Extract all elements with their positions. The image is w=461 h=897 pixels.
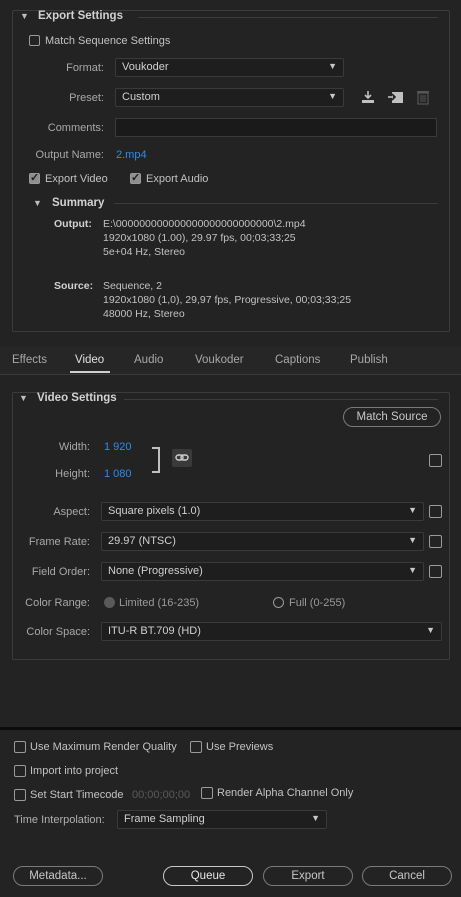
- link-bracket: [152, 447, 160, 473]
- aspect-value: Square pixels (1.0): [108, 505, 201, 517]
- color-range-label: Color Range:: [25, 597, 90, 609]
- tab-voukoder[interactable]: Voukoder: [195, 354, 244, 366]
- chevron-down-icon: ▼: [311, 813, 320, 823]
- time-interpolation-dropdown[interactable]: Frame Sampling ▼: [117, 810, 327, 829]
- height-value[interactable]: 1 080: [104, 468, 132, 480]
- summary-output-label: Output:: [54, 218, 92, 230]
- max-render-quality-checkbox[interactable]: [14, 741, 26, 753]
- video-settings-collapse-icon[interactable]: ▼: [19, 393, 28, 403]
- video-settings-divider: [124, 399, 438, 400]
- height-label: Height:: [55, 468, 90, 480]
- preset-value: Custom: [122, 91, 160, 103]
- format-label: Format:: [66, 62, 104, 74]
- field-order-label: Field Order:: [31, 566, 90, 578]
- summary-collapse-icon[interactable]: ▼: [33, 198, 42, 208]
- chevron-down-icon: ▼: [426, 625, 435, 635]
- summary-output-line: 1920x1080 (1.00), 29.97 fps, 00;03;33;25: [103, 232, 296, 244]
- tab-publish[interactable]: Publish: [350, 354, 388, 366]
- summary-source-label: Source:: [54, 280, 94, 292]
- width-label: Width:: [58, 441, 90, 453]
- trash-icon[interactable]: [416, 89, 430, 108]
- set-start-timecode-label: Set Start Timecode: [30, 789, 124, 801]
- metadata-button[interactable]: Metadata...: [13, 866, 103, 886]
- size-override-checkbox[interactable]: [429, 454, 442, 467]
- field-order-value: None (Progressive): [108, 565, 203, 577]
- summary-divider: [114, 203, 438, 204]
- color-range-full-label: Full (0-255): [289, 597, 346, 609]
- summary-source-line: Sequence, 2: [103, 280, 162, 292]
- output-name-label: Output Name:: [35, 149, 104, 161]
- max-render-quality-label: Use Maximum Render Quality: [30, 741, 177, 753]
- color-space-label: Color Space:: [26, 626, 90, 638]
- summary-output-line: E:\000000000000000000000000000\2.mp4: [103, 218, 306, 230]
- set-start-timecode-checkbox[interactable]: [14, 789, 26, 801]
- use-previews-label: Use Previews: [206, 741, 274, 753]
- aspect-override-checkbox[interactable]: [429, 505, 442, 518]
- frame-rate-override-checkbox[interactable]: [429, 535, 442, 548]
- import-project-label: Import into project: [30, 765, 119, 777]
- frame-rate-dropdown[interactable]: 29.97 (NTSC) ▼: [101, 532, 424, 551]
- color-space-dropdown[interactable]: ITU-R BT.709 (HD) ▼: [101, 622, 442, 641]
- tab-video-underline: [70, 371, 110, 373]
- width-value[interactable]: 1 920: [104, 441, 132, 453]
- export-audio-label: Export Audio: [146, 173, 209, 185]
- format-value: Voukoder: [122, 61, 169, 73]
- aspect-dropdown[interactable]: Square pixels (1.0) ▼: [101, 502, 424, 521]
- color-space-value: ITU-R BT.709 (HD): [108, 625, 201, 637]
- comments-input[interactable]: [115, 118, 437, 137]
- summary-title: Summary: [52, 197, 105, 209]
- tab-audio[interactable]: Audio: [134, 354, 163, 366]
- chevron-down-icon: ▼: [408, 505, 417, 515]
- preset-label: Preset:: [69, 92, 104, 104]
- video-settings-panel: [12, 392, 450, 660]
- time-interpolation-value: Frame Sampling: [124, 813, 205, 825]
- export-settings-title: Export Settings: [38, 10, 123, 22]
- color-range-limited-label: Limited (16-235): [119, 597, 200, 609]
- link-icon[interactable]: [172, 449, 192, 467]
- export-settings-divider: [138, 17, 438, 18]
- video-settings-title: Video Settings: [37, 392, 117, 404]
- export-button[interactable]: Export: [263, 866, 353, 886]
- preset-dropdown[interactable]: Custom ▼: [115, 88, 344, 107]
- export-video-label: Export Video: [45, 173, 108, 185]
- chevron-down-icon: ▼: [408, 535, 417, 545]
- time-interpolation-label: Time Interpolation:: [14, 814, 105, 826]
- render-alpha-label: Render Alpha Channel Only: [217, 787, 354, 799]
- summary-source-line: 1920x1080 (1,0), 29,97 fps, Progressive,…: [103, 294, 352, 306]
- chevron-down-icon: ▼: [328, 61, 337, 71]
- summary-source-line: 48000 Hz, Stereo: [103, 308, 185, 320]
- aspect-label: Aspect:: [53, 506, 90, 518]
- use-previews-checkbox[interactable]: [190, 741, 202, 753]
- download-icon[interactable]: [360, 89, 376, 108]
- cancel-button[interactable]: Cancel: [362, 866, 452, 886]
- field-order-dropdown[interactable]: None (Progressive) ▼: [101, 562, 424, 581]
- match-source-button[interactable]: Match Source: [343, 407, 441, 427]
- color-range-limited-radio[interactable]: [104, 597, 115, 608]
- import-icon[interactable]: [387, 89, 405, 108]
- comments-label: Comments:: [47, 122, 104, 134]
- tab-video[interactable]: Video: [75, 354, 104, 366]
- tab-effects[interactable]: Effects: [12, 354, 47, 366]
- match-sequence-label: Match Sequence Settings: [45, 35, 171, 47]
- field-order-override-checkbox[interactable]: [429, 565, 442, 578]
- tab-bar-divider: [0, 374, 461, 375]
- color-range-full-radio[interactable]: [273, 597, 284, 608]
- export-settings-collapse-icon[interactable]: ▼: [20, 11, 29, 21]
- import-project-checkbox[interactable]: [14, 765, 26, 777]
- render-alpha-checkbox[interactable]: [201, 787, 213, 799]
- chevron-down-icon: ▼: [328, 91, 337, 101]
- tab-captions[interactable]: Captions: [275, 354, 320, 366]
- start-timecode-value: 00;00;00;00: [132, 789, 191, 801]
- export-audio-checkbox[interactable]: [130, 171, 141, 184]
- frame-rate-label: Frame Rate:: [28, 536, 90, 548]
- summary-output-line: 5e+04 Hz, Stereo: [103, 246, 186, 258]
- output-name-link[interactable]: 2.mp4: [116, 149, 147, 161]
- queue-button[interactable]: Queue: [163, 866, 253, 886]
- format-dropdown[interactable]: Voukoder ▼: [115, 58, 344, 77]
- frame-rate-value: 29.97 (NTSC): [108, 535, 176, 547]
- match-sequence-checkbox[interactable]: [29, 35, 40, 46]
- export-video-checkbox[interactable]: [29, 171, 40, 184]
- section-separator: [0, 727, 461, 730]
- chevron-down-icon: ▼: [408, 565, 417, 575]
